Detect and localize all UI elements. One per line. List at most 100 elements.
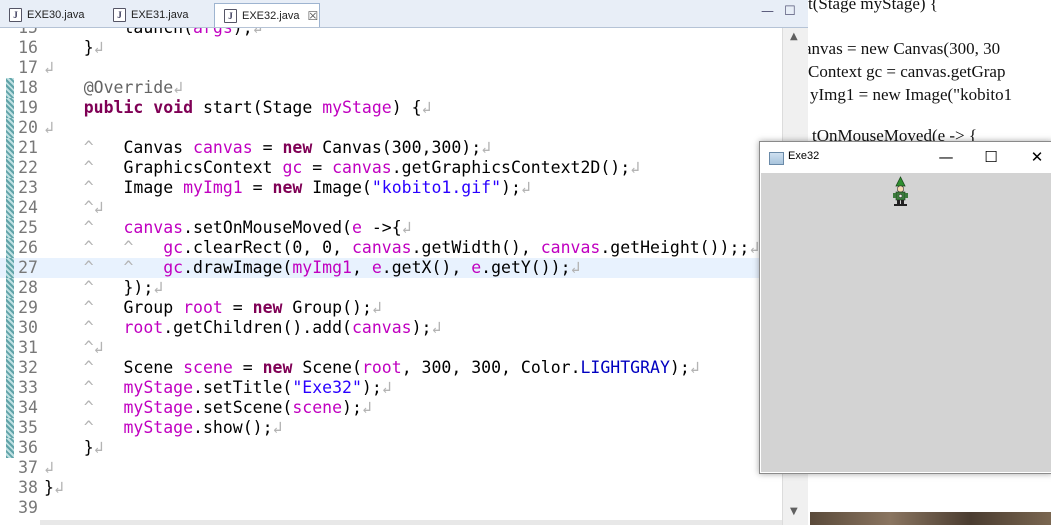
code-line[interactable]: 33 ^ myStage.setTitle("Exe32");↲: [0, 378, 782, 398]
close-icon[interactable]: ✕: [1022, 146, 1051, 168]
code-line[interactable]: 26 ^ ^ gc.clearRect(0, 0, canvas.getWidt…: [0, 238, 782, 258]
javafx-canvas[interactable]: [761, 173, 1051, 472]
background-photo: [810, 512, 1051, 525]
code-token: new: [282, 138, 313, 157]
code-token: LIGHTGRAY: [580, 358, 670, 377]
code-token: gc: [163, 238, 184, 257]
maximize-editor-icon[interactable]: ☐: [784, 4, 796, 19]
code-token: ^: [44, 218, 124, 237]
tab-exe31[interactable]: J EXE31.java: [104, 3, 214, 26]
code-text: ^↲: [44, 198, 104, 218]
minimize-icon[interactable]: —: [931, 146, 961, 168]
code-token: }: [44, 478, 54, 497]
code-token: .getHeight());;: [600, 238, 750, 257]
code-line[interactable]: 21 ^ Canvas canvas = new Canvas(300,300)…: [0, 138, 782, 158]
code-line[interactable]: 18 @Override↲: [0, 78, 782, 98]
code-line[interactable]: 29 ^ Group root = new Group();↲: [0, 298, 782, 318]
code-line[interactable]: 35 ^ myStage.show();↲: [0, 418, 782, 438]
line-number: 31: [18, 338, 38, 357]
code-area[interactable]: 15 launch(args);↲16 }↲17↲18 @Override↲19…: [0, 28, 782, 520]
code-token: ↲: [44, 58, 54, 77]
code-token: );: [233, 28, 253, 37]
code-line[interactable]: 25 ^ canvas.setOnMouseMoved(e ->{↲: [0, 218, 782, 238]
code-line[interactable]: 15 launch(args);↲: [0, 28, 782, 38]
code-token: ↲: [361, 398, 372, 417]
code-text: ^ myStage.setTitle("Exe32");↲: [44, 378, 392, 398]
code-text: ^ ^ gc.clearRect(0, 0, canvas.getWidth()…: [44, 238, 760, 258]
code-line[interactable]: 23 ^ Image myImg1 = new Image("kobito1.g…: [0, 178, 782, 198]
code-token: }: [44, 38, 94, 57]
line-number: 25: [18, 218, 38, 237]
code-token: });: [123, 278, 154, 297]
code-token: ↲: [570, 258, 581, 277]
java-file-icon: J: [113, 7, 126, 22]
code-line[interactable]: 37 ↲: [0, 458, 782, 478]
code-text: @Override↲: [44, 78, 183, 98]
scroll-up-icon[interactable]: ▲: [790, 31, 798, 42]
code-line[interactable]: 39: [0, 498, 782, 518]
code-line[interactable]: 32 ^ Scene scene = new Scene(root, 300, …: [0, 358, 782, 378]
code-token: ^: [44, 338, 94, 357]
exe32-window[interactable]: Exe32 — ☐ ✕: [759, 141, 1051, 474]
code-token: .getX(),: [381, 258, 472, 277]
code-token: "Exe32": [292, 378, 362, 397]
maximize-icon[interactable]: ☐: [976, 146, 1006, 168]
code-token: Group: [123, 298, 184, 317]
java-file-icon: J: [224, 8, 237, 23]
code-line[interactable]: 28 ^ });↲: [0, 278, 782, 298]
code-token: ) {: [391, 98, 422, 117]
line-number: 28: [18, 278, 38, 297]
code-line[interactable]: 22 ^ GraphicsContext gc = canvas.getGrap…: [0, 158, 782, 178]
line-number: 33: [18, 378, 38, 397]
tab-exe30[interactable]: J EXE30.java: [0, 3, 103, 26]
code-token: ↲: [371, 298, 382, 317]
code-text: ^ myStage.setScene(scene);↲: [44, 398, 372, 418]
code-line[interactable]: 30 ^ root.getChildren().add(canvas);↲: [0, 318, 782, 338]
code-line[interactable]: 19 public void start(Stage myStage) {↲: [0, 98, 782, 118]
java-file-icon: J: [9, 7, 22, 22]
code-text: ^ Group root = new Group();↲: [44, 298, 382, 318]
horizontal-scrollbar[interactable]: [40, 520, 782, 525]
code-token: start(Stage: [193, 98, 323, 117]
code-token: ↲: [44, 118, 54, 137]
scroll-down-icon[interactable]: ▼: [790, 506, 798, 517]
code-token: ↲: [749, 238, 760, 257]
line-number: 21: [18, 138, 38, 157]
code-token: @Override: [83, 78, 174, 97]
code-text: ^ GraphicsContext gc = canvas.getGraphic…: [44, 158, 640, 178]
line-number: 39: [18, 498, 38, 517]
code-line[interactable]: 16 }↲: [0, 38, 782, 58]
code-token: e: [471, 258, 482, 277]
line-number: 37: [18, 458, 38, 477]
code-token: myStage: [123, 398, 194, 417]
code-token: ^: [44, 298, 124, 317]
code-line[interactable]: 38}↲: [0, 478, 782, 498]
code-token: myImg1: [183, 178, 243, 197]
code-text: ^ myStage.show();↲: [44, 418, 283, 438]
code-line[interactable]: 31 ^↲: [0, 338, 782, 358]
line-number: 19: [18, 98, 38, 117]
close-tab-icon[interactable]: ☒: [307, 9, 318, 23]
code-line[interactable]: 27 ^ ^ gc.drawImage(myImg1, e.getX(), e.…: [0, 258, 782, 278]
line-number: 35: [18, 418, 38, 437]
code-token: =: [252, 138, 283, 157]
code-line[interactable]: 17 ↲: [0, 58, 782, 78]
window-titlebar[interactable]: Exe32 — ☐ ✕: [760, 142, 1051, 172]
code-token: ^: [44, 418, 124, 437]
minimize-editor-icon[interactable]: —: [761, 4, 774, 19]
doc-line: t(Stage myStage) {: [808, 0, 938, 13]
tab-exe32[interactable]: J EXE32.java ☒: [214, 3, 320, 27]
code-token: ↲: [173, 78, 184, 97]
code-text: public void start(Stage myStage) {↲: [44, 98, 432, 118]
code-editor[interactable]: J EXE30.java J EXE31.java J EXE32.java ☒…: [0, 0, 809, 525]
code-line[interactable]: 20 ↲: [0, 118, 782, 138]
code-text: }↲: [44, 438, 104, 458]
code-token: ^: [44, 158, 124, 177]
code-text: }↲: [44, 478, 64, 498]
code-token: ↲: [93, 438, 104, 457]
code-line[interactable]: 34 ^ myStage.setScene(scene);↲: [0, 398, 782, 418]
code-line[interactable]: 24 ^↲: [0, 198, 782, 218]
code-line[interactable]: 36 }↲: [0, 438, 782, 458]
